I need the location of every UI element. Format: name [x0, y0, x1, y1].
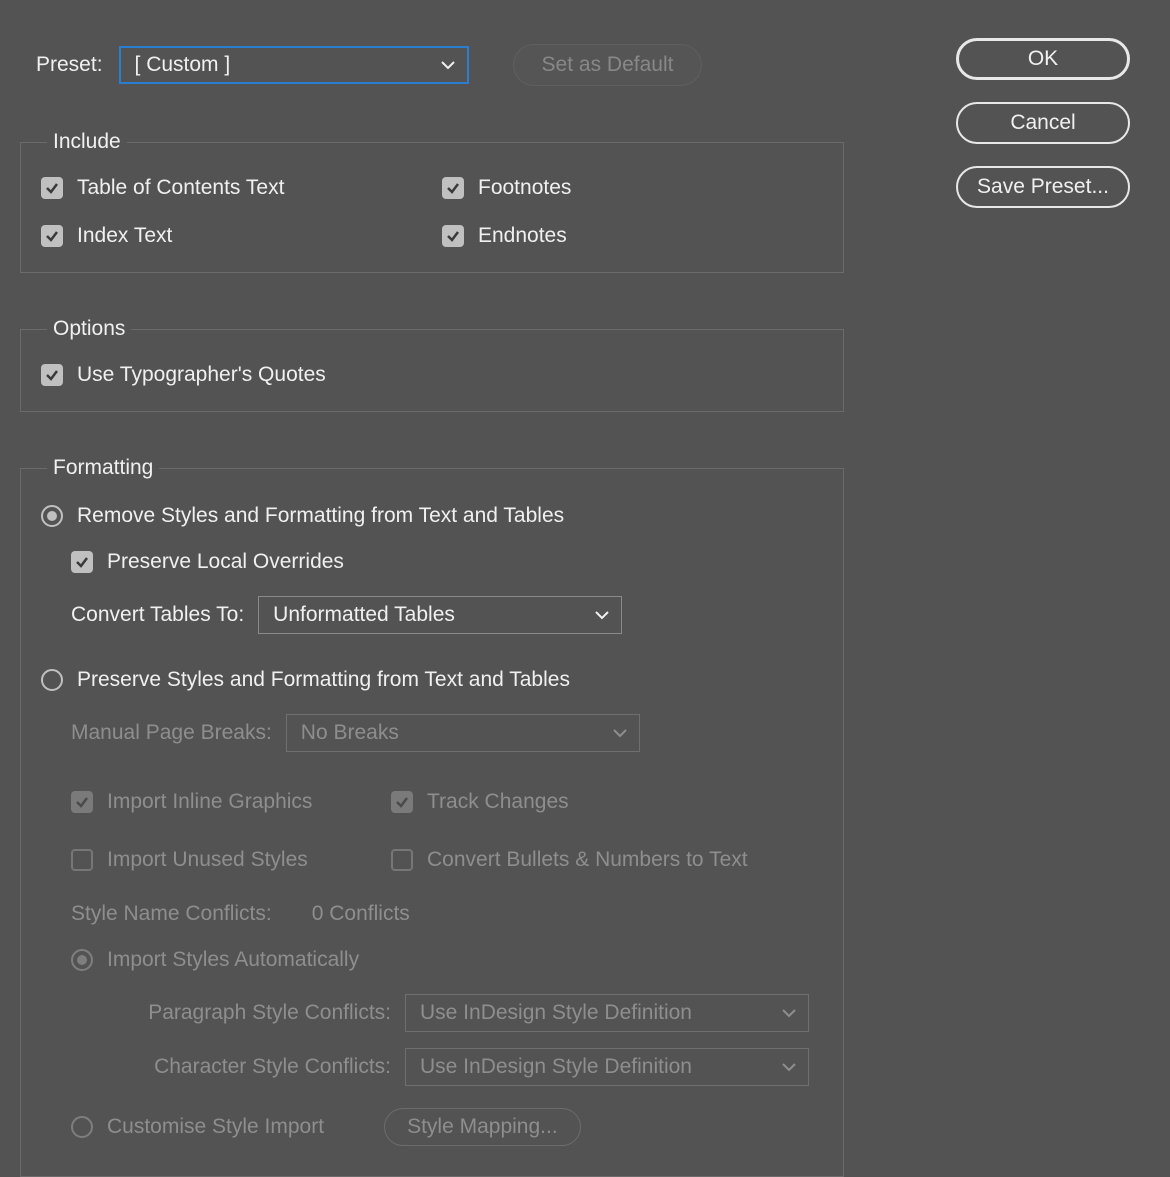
track-changes-checkbox [391, 791, 413, 813]
import-unused-checkbox [71, 849, 93, 871]
include-legend: Include [47, 130, 127, 154]
toc-checkbox[interactable] [41, 177, 63, 199]
ok-button[interactable]: OK [956, 38, 1130, 80]
character-conflicts-value: Use InDesign Style Definition [420, 1055, 692, 1079]
chevron-down-icon [439, 56, 457, 74]
index-checkbox[interactable] [41, 225, 63, 247]
paragraph-conflicts-dropdown: Use InDesign Style Definition [405, 994, 809, 1032]
preset-dropdown[interactable]: [ Custom ] [119, 46, 469, 84]
customise-style-label: Customise Style Import [107, 1115, 324, 1139]
options-group: Options Use Typographer's Quotes [20, 317, 844, 412]
formatting-legend: Formatting [47, 456, 159, 480]
convert-bullets-checkbox [391, 849, 413, 871]
preserve-overrides-label: Preserve Local Overrides [107, 550, 344, 574]
preserve-styles-radio[interactable] [41, 669, 63, 691]
remove-styles-label: Remove Styles and Formatting from Text a… [77, 504, 564, 528]
cancel-button[interactable]: Cancel [956, 102, 1130, 144]
convert-tables-value: Unformatted Tables [273, 603, 455, 627]
import-auto-radio [71, 949, 93, 971]
style-conflicts-value: 0 Conflicts [312, 902, 410, 926]
convert-tables-label: Convert Tables To: [71, 603, 244, 627]
typographer-quotes-label: Use Typographer's Quotes [77, 363, 326, 387]
preserve-overrides-checkbox[interactable] [71, 551, 93, 573]
endnotes-checkbox[interactable] [442, 225, 464, 247]
import-inline-label: Import Inline Graphics [107, 790, 312, 814]
set-as-default-button: Set as Default [513, 44, 703, 86]
chevron-down-icon [593, 606, 611, 624]
chevron-down-icon [780, 1058, 798, 1076]
import-unused-label: Import Unused Styles [107, 848, 308, 872]
index-label: Index Text [77, 224, 172, 248]
style-conflicts-label: Style Name Conflicts: [71, 902, 272, 926]
import-auto-label: Import Styles Automatically [107, 948, 359, 972]
typographer-quotes-checkbox[interactable] [41, 364, 63, 386]
save-preset-button[interactable]: Save Preset... [956, 166, 1130, 208]
endnotes-label: Endnotes [478, 224, 567, 248]
page-breaks-label: Manual Page Breaks: [71, 721, 272, 745]
include-group: Include Table of Contents Text Footnotes… [20, 130, 844, 273]
toc-label: Table of Contents Text [77, 176, 284, 200]
footnotes-label: Footnotes [478, 176, 571, 200]
character-conflicts-dropdown: Use InDesign Style Definition [405, 1048, 809, 1086]
remove-styles-radio[interactable] [41, 505, 63, 527]
options-legend: Options [47, 317, 131, 341]
preset-value: [ Custom ] [135, 53, 231, 77]
chevron-down-icon [611, 724, 629, 742]
preset-label: Preset: [36, 53, 103, 77]
page-breaks-dropdown: No Breaks [286, 714, 640, 752]
formatting-group: Formatting Remove Styles and Formatting … [20, 456, 844, 1177]
footnotes-checkbox[interactable] [442, 177, 464, 199]
import-inline-checkbox [71, 791, 93, 813]
style-mapping-button: Style Mapping... [384, 1108, 581, 1146]
paragraph-conflicts-label: Paragraph Style Conflicts: [101, 1001, 391, 1025]
preserve-styles-label: Preserve Styles and Formatting from Text… [77, 668, 570, 692]
convert-tables-dropdown[interactable]: Unformatted Tables [258, 596, 622, 634]
character-conflicts-label: Character Style Conflicts: [101, 1055, 391, 1079]
track-changes-label: Track Changes [427, 790, 569, 814]
convert-bullets-label: Convert Bullets & Numbers to Text [427, 848, 748, 872]
paragraph-conflicts-value: Use InDesign Style Definition [420, 1001, 692, 1025]
chevron-down-icon [780, 1004, 798, 1022]
customise-style-radio [71, 1116, 93, 1138]
page-breaks-value: No Breaks [301, 721, 399, 745]
